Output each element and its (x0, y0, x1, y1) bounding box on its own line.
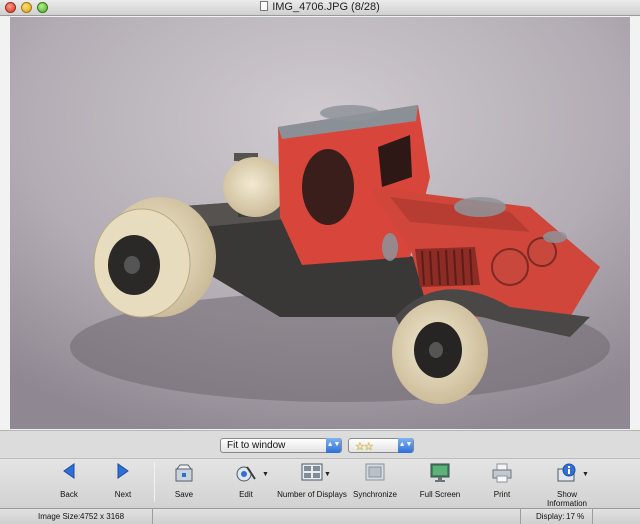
edit-button[interactable]: Edit (228, 463, 264, 499)
number-of-displays-button[interactable]: Number of Displays (274, 463, 350, 499)
display-zoom-label: Display: (536, 512, 565, 521)
display-zoom-value: 17 % (566, 512, 585, 521)
show-information-label: Show Information (544, 490, 590, 508)
document-icon (260, 1, 269, 11)
image-viewer-window: IMG_4706.JPG (8/28) Fit to window ▲▼ ☆☆ … (0, 0, 640, 524)
edit-label: Edit (239, 490, 253, 499)
image-size-label: Image Size: (38, 512, 81, 521)
back-button[interactable]: Back (52, 463, 86, 499)
select-arrows-icon: ▲▼ (326, 438, 341, 453)
back-label: Back (60, 490, 78, 499)
window-title: IMG_4706.JPG (8/28) (272, 1, 380, 13)
status-bar: Image Size: 4752 x 3168 Display: 17 % (0, 508, 640, 524)
full-screen-button[interactable]: Full Screen (418, 463, 462, 499)
toolbar: Back Next Save Edit ▼ Number of Displays… (0, 458, 640, 508)
window-title-area: IMG_4706.JPG (8/28) (0, 1, 640, 13)
status-divider (520, 509, 521, 524)
print-button[interactable]: Print (488, 463, 516, 499)
zoom-mode-select[interactable]: Fit to window ▲▼ (220, 438, 342, 453)
number-of-displays-label: Number of Displays (277, 490, 347, 499)
toolbar-separator (154, 462, 155, 502)
title-bar[interactable]: IMG_4706.JPG (8/28) (0, 0, 640, 16)
printer-icon (488, 463, 516, 485)
displays-grid-icon (274, 463, 350, 485)
view-controls-bar: Fit to window ▲▼ ☆☆ ▲▼ (0, 430, 640, 458)
information-dropdown-arrow-icon[interactable]: ▼ (582, 471, 589, 478)
toy-truck-illustration (10, 17, 630, 429)
image-size-value: 4752 x 3168 (80, 512, 125, 521)
status-divider (152, 509, 153, 524)
save-label: Save (174, 490, 194, 499)
rating-stars: ☆☆ (355, 441, 374, 453)
save-icon (167, 463, 201, 485)
print-label: Print (493, 490, 511, 499)
synchronize-button[interactable]: Synchronize (352, 463, 398, 499)
displays-dropdown-arrow-icon[interactable]: ▼ (324, 471, 331, 478)
back-arrow-icon (52, 463, 86, 485)
synchronize-label: Synchronize (352, 490, 398, 499)
next-arrow-icon (106, 463, 140, 485)
zoom-mode-value: Fit to window (227, 440, 286, 451)
next-label: Next (114, 490, 132, 499)
synchronize-icon (352, 463, 398, 485)
next-button[interactable]: Next (106, 463, 140, 499)
show-information-label-line2: Information (546, 499, 588, 508)
edit-dropdown-arrow-icon[interactable]: ▼ (262, 471, 269, 478)
show-information-label-line1: Show (556, 490, 577, 499)
show-information-button[interactable]: Show Information (544, 463, 590, 508)
rating-select[interactable]: ☆☆ ▲▼ (348, 438, 414, 453)
full-screen-monitor-icon (418, 463, 462, 485)
full-screen-label: Full Screen (419, 490, 461, 499)
select-arrows-icon: ▲▼ (398, 438, 413, 453)
status-divider (592, 509, 593, 524)
edit-icon (228, 463, 264, 485)
save-button[interactable]: Save (167, 463, 201, 499)
image-display-area[interactable] (0, 16, 640, 430)
photo-toy-truck (10, 17, 630, 429)
